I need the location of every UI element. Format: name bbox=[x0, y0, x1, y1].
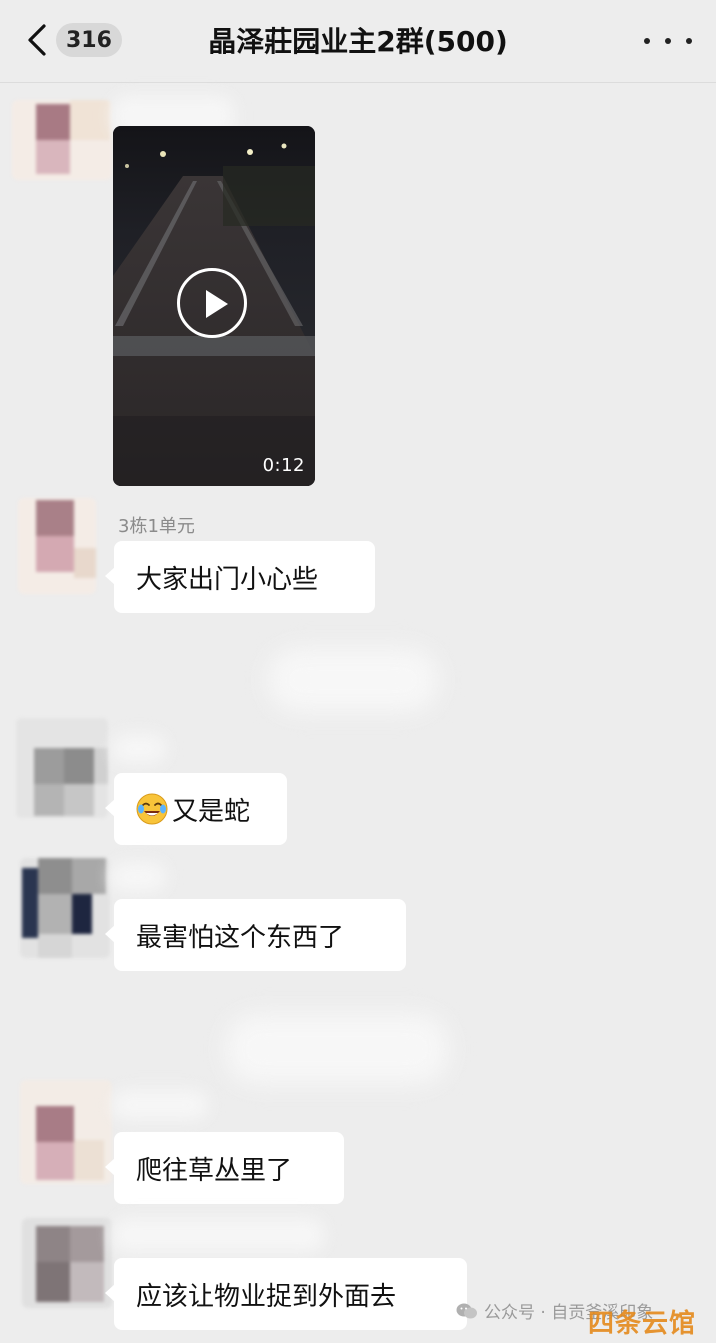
avatar[interactable] bbox=[16, 718, 108, 818]
message-text: 应该让物业捉到外面去 bbox=[136, 1281, 397, 1312]
unread-count-badge: 316 bbox=[56, 23, 122, 57]
message-bubble[interactable]: 最害怕这个东西了 bbox=[105, 899, 406, 971]
avatar[interactable] bbox=[18, 498, 96, 594]
wechat-icon bbox=[456, 1303, 477, 1318]
blurred-sender-name bbox=[112, 1218, 324, 1252]
avatar[interactable] bbox=[12, 100, 112, 180]
message-bubble[interactable]: 应该让物业捉到外面去 bbox=[105, 1258, 467, 1330]
back-button[interactable]: 316 bbox=[24, 16, 134, 64]
watermark-logo: 四条云馆 bbox=[588, 1309, 697, 1339]
chat-title: 晶泽莊园业主2群(500) bbox=[208, 25, 508, 58]
more-options-button[interactable] bbox=[644, 24, 692, 58]
crying-laughing-face-icon bbox=[136, 793, 168, 825]
avatar[interactable] bbox=[20, 858, 110, 958]
blurred-region bbox=[268, 648, 438, 712]
avatar[interactable] bbox=[20, 1080, 112, 1184]
play-icon[interactable] bbox=[177, 268, 247, 338]
video-duration: 0:12 bbox=[262, 455, 305, 476]
dot-icon bbox=[686, 38, 692, 44]
blurred-sender-name bbox=[112, 734, 166, 764]
dot-icon bbox=[665, 38, 671, 44]
avatar[interactable] bbox=[22, 1218, 112, 1308]
message-bubble[interactable]: 爬往草丛里了 bbox=[105, 1132, 344, 1204]
message-text: 最害怕这个东西了 bbox=[136, 922, 345, 953]
dot-icon bbox=[644, 38, 650, 44]
message-text: 爬往草丛里了 bbox=[136, 1155, 293, 1186]
chat-header: 316 晶泽莊园业主2群(500) bbox=[0, 0, 716, 83]
message-bubble[interactable]: 大家出门小心些 bbox=[105, 541, 375, 613]
message-text: 大家出门小心些 bbox=[136, 564, 319, 595]
sender-name: 3栋1单元 bbox=[118, 516, 195, 537]
blurred-region bbox=[226, 1014, 448, 1084]
blurred-sender-name bbox=[110, 862, 166, 892]
chevron-left-icon bbox=[28, 24, 46, 56]
video-message[interactable]: 0:12 bbox=[113, 126, 315, 486]
blurred-sender-name bbox=[112, 1090, 208, 1120]
message-bubble[interactable]: 又是蛇 bbox=[105, 773, 287, 845]
message-text: 又是蛇 bbox=[172, 796, 251, 827]
